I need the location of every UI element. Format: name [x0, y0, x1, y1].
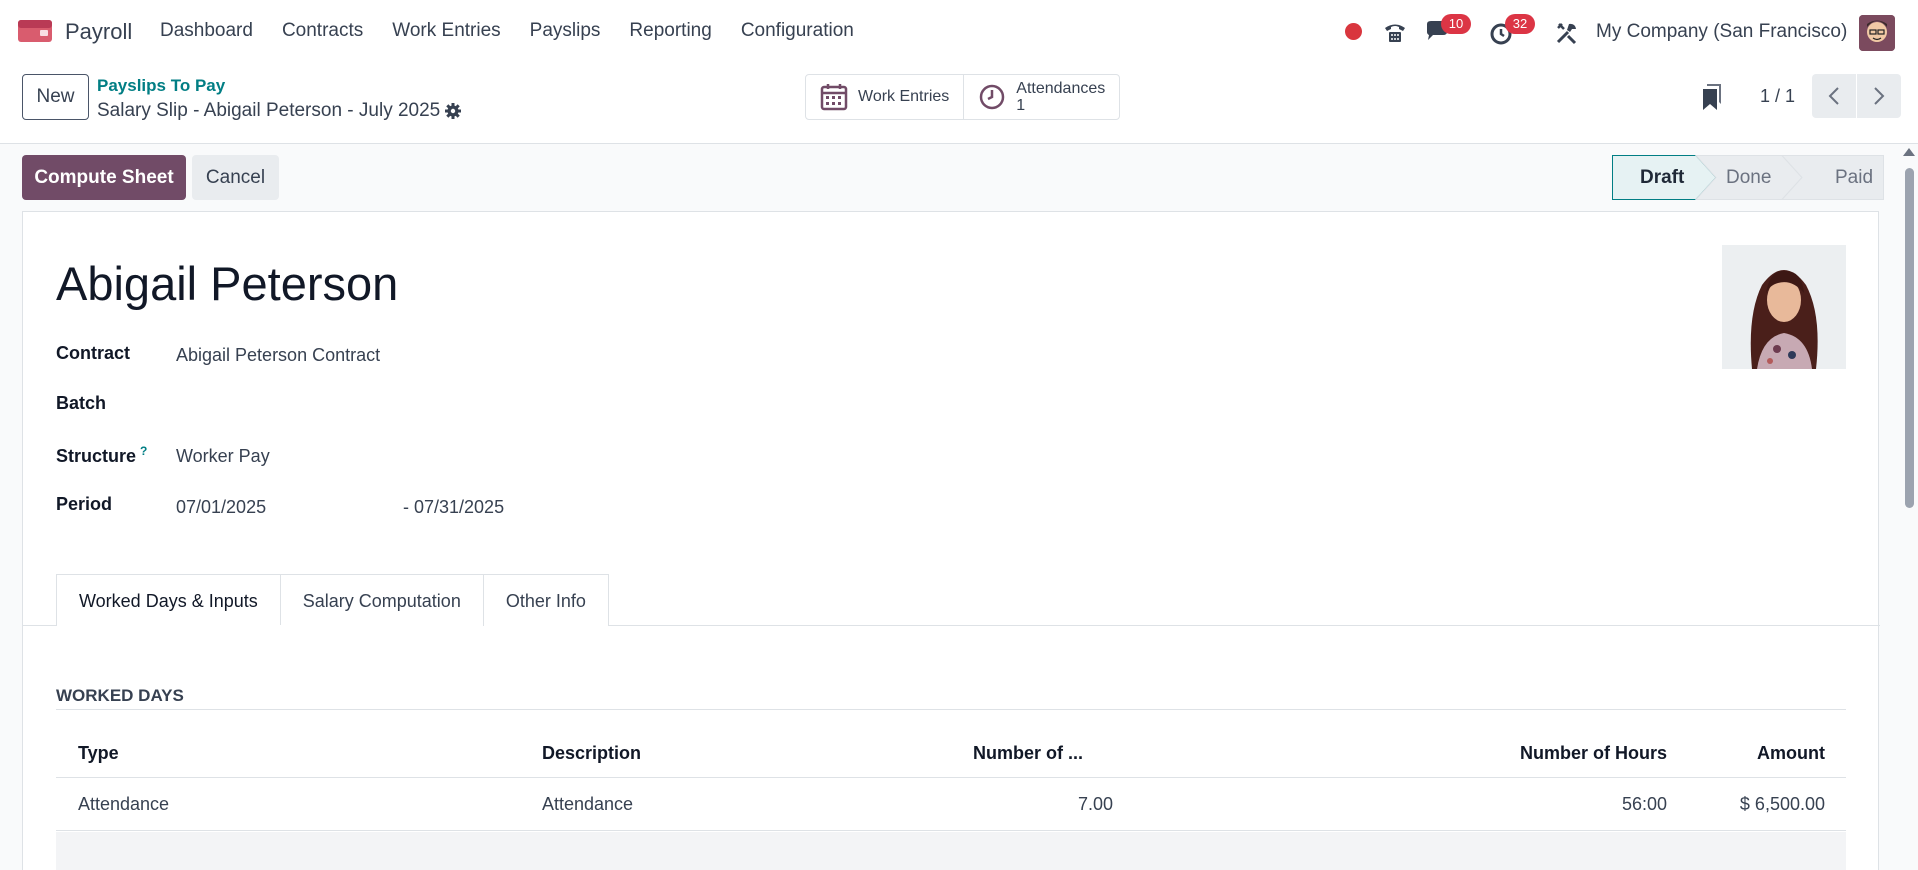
clock-icon — [980, 84, 1005, 110]
payroll-app-icon[interactable] — [18, 18, 52, 44]
pager-previous-button[interactable] — [1812, 74, 1856, 118]
smart-buttons: Work Entries Attendances 1 — [805, 74, 1121, 120]
menu-dashboard[interactable]: Dashboard — [160, 20, 253, 42]
menu-configuration[interactable]: Configuration — [741, 20, 854, 42]
worked-days-table-header: Type Description Number of ... Number of… — [56, 728, 1846, 778]
column-number-of-hours[interactable]: Number of Hours — [1520, 728, 1667, 778]
main-menu: Dashboard Contracts Work Entries Payslip… — [160, 20, 883, 42]
period-label: Period — [56, 494, 113, 514]
work-entries-label: Work Entries — [858, 88, 950, 105]
column-type[interactable]: Type — [78, 728, 119, 778]
period-end-field[interactable]: - 07/31/2025 — [403, 497, 504, 518]
column-number-of-days[interactable]: Number of ... — [973, 728, 1083, 778]
new-button[interactable]: New — [22, 74, 89, 120]
phone-icon[interactable] — [1382, 19, 1408, 45]
menu-work-entries[interactable]: Work Entries — [392, 20, 500, 42]
work-entries-smart-button[interactable]: Work Entries — [806, 75, 963, 119]
column-amount[interactable]: Amount — [1757, 728, 1825, 778]
chevron-right-icon — [1874, 87, 1885, 105]
user-avatar[interactable] — [1859, 15, 1895, 51]
cell-type: Attendance — [78, 794, 170, 814]
active-tab-gap — [57, 625, 293, 626]
structure-field[interactable]: Worker Pay — [176, 446, 270, 467]
structure-label-text: Structure — [56, 446, 137, 466]
period-start-field[interactable]: 07/01/2025 — [176, 497, 266, 518]
menu-payslips[interactable]: Payslips — [530, 20, 601, 42]
table-footer — [56, 832, 1846, 870]
table-row[interactable]: Attendance Attendance 7.00 56:00 $ 6,500… — [56, 779, 1846, 831]
cell-amount: $ 6,500.00 — [1739, 794, 1825, 814]
cancel-button[interactable]: Cancel — [192, 155, 279, 200]
attendances-count: 1 — [1016, 97, 1026, 114]
record-title: Salary Slip - Abigail Peterson - July 20… — [97, 100, 441, 121]
bookmark-icon[interactable] — [1701, 84, 1723, 110]
chevron-left-icon — [1828, 87, 1839, 105]
pager-value[interactable]: 1 / 1 — [1760, 86, 1795, 107]
control-panel: New Payslips To Pay Salary Slip - Abigai… — [0, 64, 1918, 144]
employee-photo[interactable] — [1722, 245, 1846, 369]
activity-count-badge: 32 — [1505, 14, 1535, 34]
chat-count-badge: 10 — [1441, 14, 1471, 34]
calendar-icon — [820, 84, 848, 111]
structure-label: Structure? — [56, 444, 147, 467]
menu-reporting[interactable]: Reporting — [629, 20, 711, 42]
gear-icon[interactable] — [444, 102, 462, 120]
cell-number-of-hours: 56:00 — [1621, 794, 1667, 814]
attendances-smart-button[interactable]: Attendances 1 — [963, 75, 1119, 119]
status-done[interactable]: Done — [1726, 155, 1771, 200]
pager-next-button[interactable] — [1857, 74, 1901, 118]
app-name[interactable]: Payroll — [65, 19, 132, 45]
status-paid[interactable]: Paid — [1835, 155, 1873, 200]
scrollbar-thumb[interactable] — [1905, 168, 1914, 508]
debug-tools-icon[interactable] — [1554, 20, 1580, 46]
structure-help-icon[interactable]: ? — [140, 444, 147, 458]
tab-worked-days-inputs[interactable]: Worked Days & Inputs — [56, 574, 281, 626]
batch-label: Batch — [56, 393, 107, 413]
cell-description: Attendance — [542, 794, 634, 814]
company-switcher[interactable]: My Company (San Francisco) — [1596, 21, 1847, 43]
scroll-up-arrow-icon[interactable] — [1903, 148, 1915, 156]
attendances-label: Attendances — [1016, 80, 1106, 97]
menu-contracts[interactable]: Contracts — [282, 20, 363, 42]
batch-field[interactable] — [176, 395, 576, 417]
pager-buttons — [1812, 74, 1901, 118]
tab-other-info[interactable]: Other Info — [483, 574, 609, 626]
section-divider — [56, 709, 1846, 710]
worked-days-section-title: WORKED DAYS — [56, 686, 184, 705]
breadcrumb-payslips-to-pay[interactable]: Payslips To Pay — [97, 76, 225, 96]
form-sheet: Abigail Peterson Contract Abigail Peters… — [22, 211, 1880, 870]
status-draft[interactable]: Draft — [1640, 155, 1684, 200]
top-navbar: Payroll Dashboard Contracts Work Entries… — [0, 0, 1918, 64]
contract-label: Contract — [56, 343, 131, 363]
notebook-tabs: Worked Days & Inputs Salary Computation … — [56, 574, 609, 626]
compute-sheet-button[interactable]: Compute Sheet — [22, 155, 186, 200]
employee-name[interactable]: Abigail Peterson — [56, 256, 398, 311]
recording-indicator-icon[interactable] — [1345, 23, 1362, 40]
contract-field[interactable]: Abigail Peterson Contract — [176, 345, 380, 366]
cell-number-of-days: 7.00 — [1077, 794, 1113, 814]
tab-salary-computation[interactable]: Salary Computation — [280, 574, 484, 626]
column-description[interactable]: Description — [542, 728, 641, 778]
